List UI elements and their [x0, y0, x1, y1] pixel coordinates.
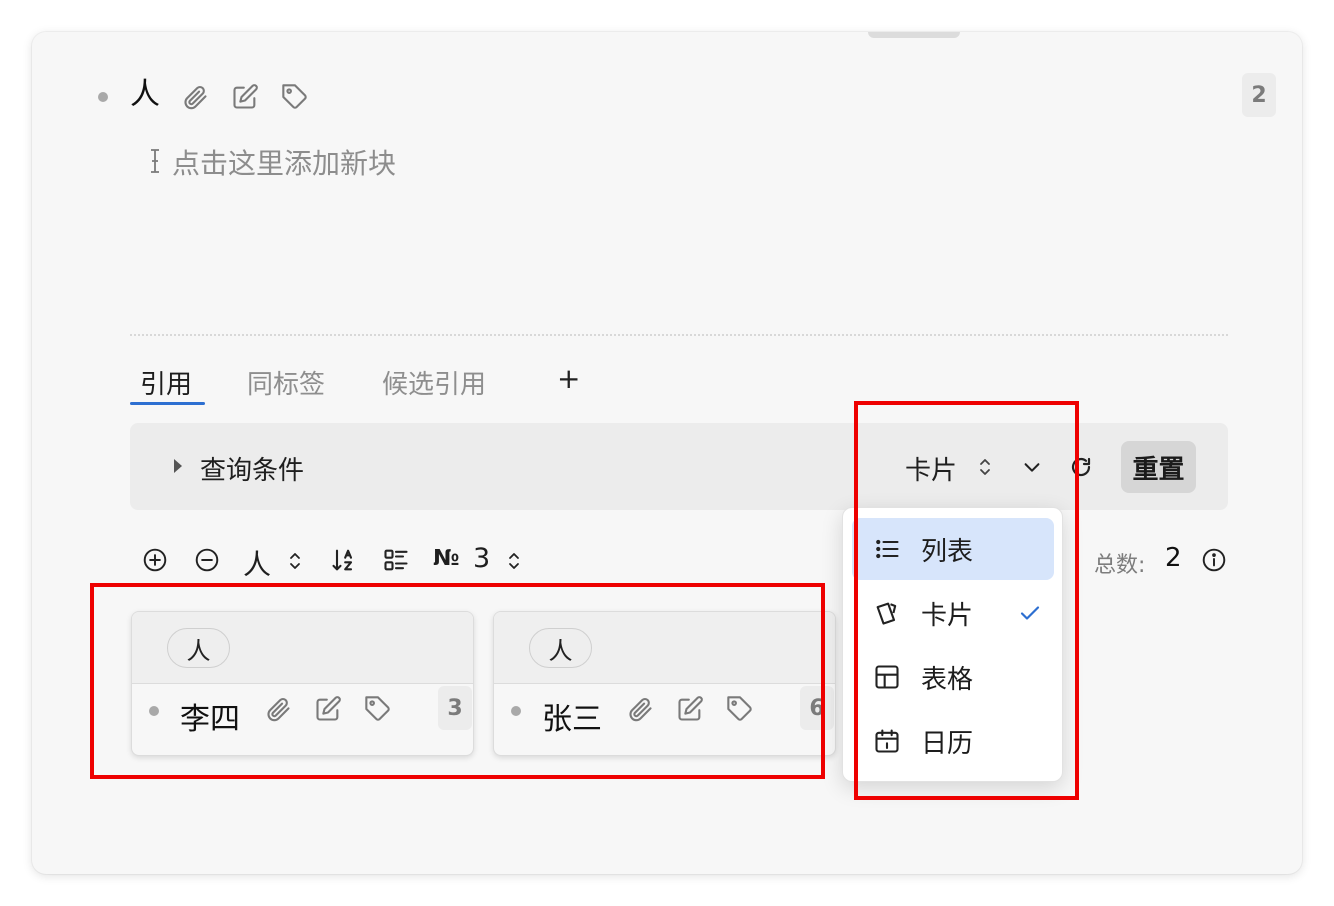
- add-block-placeholder[interactable]: 点击这里添加新块: [172, 142, 396, 182]
- menu-item-label: 日历: [921, 728, 974, 759]
- block-bullet[interactable]: [98, 92, 108, 102]
- paperclip-icon[interactable]: [625, 694, 655, 724]
- card-tag[interactable]: 人: [529, 628, 592, 668]
- card-header: 人: [132, 612, 473, 684]
- expand-all-icon[interactable]: [141, 546, 169, 574]
- total-value: 2: [1165, 543, 1182, 573]
- card-header: 人: [494, 612, 835, 684]
- list-settings-icon[interactable]: [381, 545, 411, 575]
- card-title[interactable]: 张三: [542, 694, 602, 738]
- menu-item-label: 表格: [921, 664, 974, 695]
- card-item[interactable]: 人 张三 6: [493, 611, 836, 756]
- view-mode-menu: 列表 卡片 表格 日历: [842, 507, 1063, 782]
- text-cursor-icon: [148, 148, 162, 174]
- block-title[interactable]: 人: [130, 80, 160, 110]
- card-ref-count[interactable]: 6: [800, 686, 834, 730]
- active-tab-indicator: [130, 402, 205, 405]
- pencil-square-icon[interactable]: [675, 694, 705, 724]
- tag-icon[interactable]: [280, 82, 310, 112]
- paperclip-icon[interactable]: [180, 82, 210, 112]
- menu-item-cards[interactable]: 卡片: [852, 582, 1054, 644]
- updown-chevron-icon[interactable]: [504, 548, 524, 574]
- card-ref-count[interactable]: 3: [438, 686, 472, 730]
- updown-chevron-icon[interactable]: [285, 548, 305, 574]
- tab-same-tag[interactable]: 同标签: [247, 364, 325, 401]
- page-size-select[interactable]: 3: [473, 543, 490, 574]
- info-icon[interactable]: [1200, 546, 1228, 574]
- sort-az-icon[interactable]: [329, 545, 359, 575]
- table-icon: [872, 662, 902, 692]
- add-tab-button[interactable]: +: [557, 362, 580, 395]
- section-divider: [130, 334, 1228, 336]
- card-bullet[interactable]: [149, 706, 159, 716]
- checkmark-icon: [1017, 600, 1043, 626]
- block-ref-count[interactable]: 2: [1242, 73, 1276, 117]
- card-tag[interactable]: 人: [167, 628, 230, 668]
- collapse-all-icon[interactable]: [193, 546, 221, 574]
- menu-item-label: 卡片: [921, 600, 974, 631]
- expand-triangle-icon[interactable]: [172, 457, 184, 475]
- card-title[interactable]: 李四: [180, 694, 240, 738]
- menu-item-label: 列表: [921, 536, 974, 567]
- pencil-square-icon[interactable]: [230, 82, 260, 112]
- updown-chevron-icon[interactable]: [975, 454, 995, 480]
- tag-filter-select[interactable]: 人: [243, 543, 271, 583]
- card-item[interactable]: 人 李四 3: [131, 611, 474, 756]
- view-mode-select[interactable]: 卡片: [905, 450, 957, 487]
- tab-candidate-references[interactable]: 候选引用: [382, 364, 486, 401]
- menu-item-table[interactable]: 表格: [852, 646, 1054, 708]
- menu-item-calendar[interactable]: 日历: [852, 710, 1054, 772]
- tab-references[interactable]: 引用: [140, 364, 192, 401]
- number-symbol: №: [433, 546, 460, 571]
- calendar-icon: [872, 726, 902, 756]
- cards-icon: [872, 598, 902, 628]
- tag-icon[interactable]: [363, 694, 393, 724]
- paperclip-icon[interactable]: [263, 694, 293, 724]
- list-icon: [872, 534, 902, 564]
- total-label: 总数:: [1094, 553, 1146, 578]
- reset-button[interactable]: 重置: [1121, 441, 1196, 493]
- menu-item-list[interactable]: 列表: [852, 518, 1054, 580]
- refresh-icon[interactable]: [1067, 453, 1095, 481]
- pencil-square-icon[interactable]: [313, 694, 343, 724]
- chevron-down-icon[interactable]: [1019, 455, 1045, 479]
- query-conditions-label[interactable]: 查询条件: [200, 450, 304, 487]
- card-bullet[interactable]: [511, 706, 521, 716]
- drag-handle[interactable]: [868, 32, 960, 38]
- tag-icon[interactable]: [725, 694, 755, 724]
